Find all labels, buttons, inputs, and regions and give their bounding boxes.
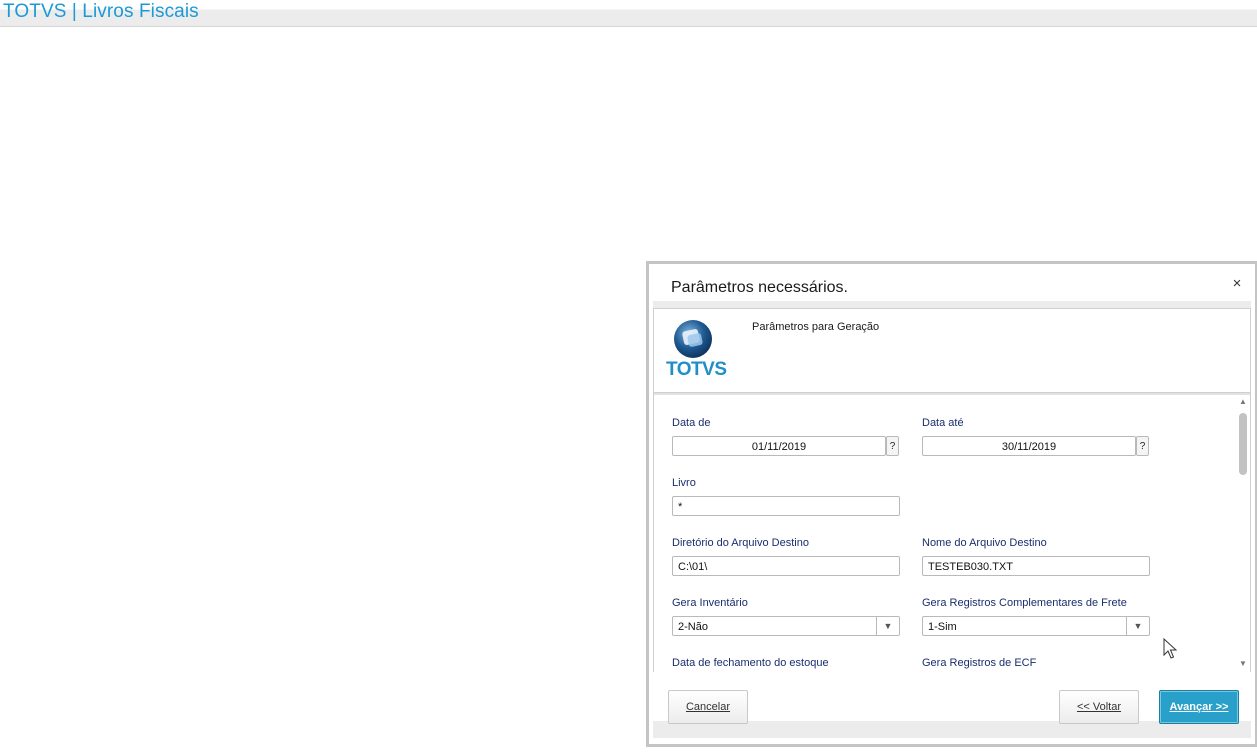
nome-arquivo-label: Nome do Arquivo Destino [922,537,1047,549]
data-de-label: Data de [672,417,711,429]
gera-frete-label: Gera Registros Complementares de Frete [922,597,1127,609]
chevron-down-icon[interactable]: ▼ [1126,617,1149,635]
data-ate-help-button[interactable]: ? [1136,436,1149,456]
data-ate-label: Data até [922,417,964,429]
logo-text: TOTVS [666,359,727,380]
livro-label: Livro [672,477,696,489]
totvs-logo-icon [674,320,712,358]
close-icon[interactable]: × [1229,276,1245,292]
totvs-logo: TOTVS [666,319,727,381]
banner-subtitle: Parâmetros para Geração [752,321,880,333]
gera-frete-value: 1-Sim [928,621,957,633]
data-ate-input[interactable]: 30/11/2019 [922,436,1136,456]
vertical-scrollbar[interactable]: ▲ ▼ [1237,395,1249,671]
gera-inventario-select[interactable]: 2-Não ▼ [672,616,900,636]
dialog-footer: Cancelar << Voltar Avançar >> [653,672,1251,738]
next-button[interactable]: Avançar >> [1159,690,1239,724]
data-de-input[interactable]: 01/11/2019 [672,436,886,456]
title-separator [653,301,1251,308]
dialog-banner: TOTVS Parâmetros para Geração [653,308,1251,393]
app-header: TOTVS | Livros Fiscais [0,0,1257,27]
scroll-thumb[interactable] [1239,413,1247,475]
scroll-down-icon[interactable]: ▼ [1238,659,1248,669]
gera-frete-select[interactable]: 1-Sim ▼ [922,616,1150,636]
back-button[interactable]: << Voltar [1059,690,1139,724]
dialog-title: Parâmetros necessários. [671,279,848,296]
mouse-pointer-icon [1163,638,1177,659]
gera-ecf-label: Gera Registros de ECF [922,657,1037,669]
gera-inventario-label: Gera Inventário [672,597,748,609]
diretorio-input[interactable]: C:\01\ [672,556,900,576]
parameters-dialog: Parâmetros necessários. × TOTVS Parâmetr… [646,261,1257,747]
cancel-button[interactable]: Cancelar [668,690,748,724]
diretorio-label: Diretório do Arquivo Destino [672,537,809,549]
gera-inventario-value: 2-Não [678,621,708,633]
data-fechamento-label: Data de fechamento do estoque [672,657,829,669]
chevron-down-icon[interactable]: ▼ [876,617,899,635]
form-separator [654,393,1250,395]
livro-input[interactable]: * [672,496,900,516]
nome-arquivo-input[interactable]: TESTEB030.TXT [922,556,1150,576]
parameters-form: Data de 01/11/2019 ? Data até 30/11/2019… [653,392,1251,674]
app-title: TOTVS | Livros Fiscais [3,1,199,22]
scroll-up-icon[interactable]: ▲ [1238,397,1248,407]
data-de-help-button[interactable]: ? [886,436,899,456]
